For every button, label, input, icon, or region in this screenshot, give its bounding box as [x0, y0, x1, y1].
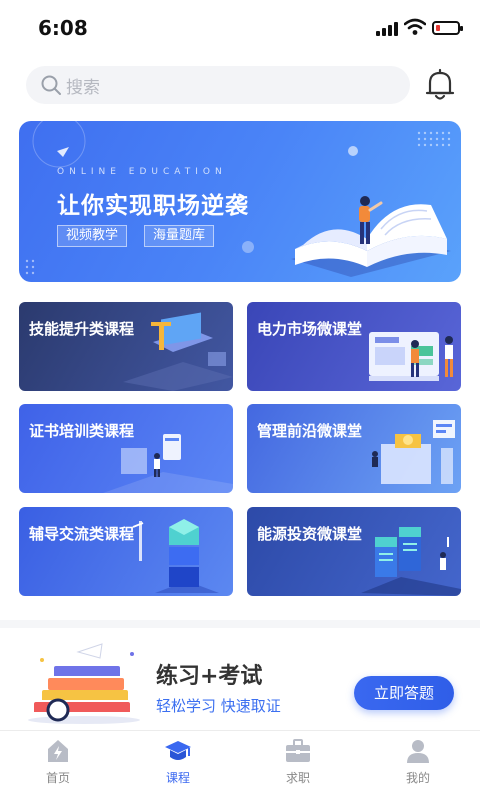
person-icon: [407, 740, 429, 763]
course-card-label: 辅导交流类课程: [29, 525, 135, 543]
promo-subtitle: 轻松学习 快速取证: [156, 697, 281, 715]
promo-banner[interactable]: ONLINE EDUCATION 让你实现职场逆袭 视频教学 海量题库: [19, 121, 461, 282]
search-input[interactable]: 搜索: [26, 66, 410, 104]
tab-label: 求职: [285, 771, 310, 785]
bottom-tab-bar: 首页 课程 求职 我的: [0, 730, 480, 800]
server-stack-illustration: [132, 519, 219, 593]
start-quiz-button[interactable]: 立即答题: [354, 676, 454, 710]
battery-icon: [432, 21, 463, 35]
graduation-cap-icon: [165, 741, 191, 760]
tab-label: 我的: [405, 771, 430, 785]
certificate-illustration: [103, 434, 233, 493]
banner-title: 让你实现职场逆袭: [57, 193, 249, 219]
tab-label: 首页: [45, 771, 70, 785]
banner-tag-questions: 海量题库: [144, 225, 215, 247]
bell-icon[interactable]: [424, 68, 456, 102]
banner-tag-video: 视频教学: [57, 225, 128, 247]
tab-profile[interactable]: 我的: [378, 737, 458, 793]
course-card-certificate[interactable]: 证书培训类课程: [19, 404, 233, 493]
course-card-label: 能源投资微课堂: [257, 525, 363, 543]
course-card-tutoring[interactable]: 辅导交流类课程: [19, 507, 233, 596]
tab-courses[interactable]: 课程: [138, 737, 218, 793]
search-placeholder: 搜索: [66, 77, 100, 98]
status-bar: 6:08: [0, 0, 480, 56]
workstation-illustration: [123, 312, 233, 391]
course-card-management[interactable]: 管理前沿微课堂: [247, 404, 461, 493]
course-card-power-market[interactable]: 电力市场微课堂: [247, 302, 461, 391]
briefcase-icon: [286, 739, 310, 762]
data-center-illustration: [361, 527, 461, 596]
promo-title: 练习+考试: [156, 664, 263, 689]
search-icon: [41, 75, 61, 95]
tab-jobs[interactable]: 求职: [258, 737, 338, 793]
market-presentation-illustration: [369, 332, 453, 381]
course-card-energy-investment[interactable]: 能源投资微课堂: [247, 507, 461, 596]
home-icon: [48, 740, 68, 762]
banner-eyebrow: ONLINE EDUCATION: [57, 167, 227, 177]
course-card-label: 电力市场微课堂: [257, 320, 363, 338]
status-time: 6:08: [38, 16, 88, 40]
open-book-illustration: [291, 196, 451, 277]
books-illustration: [28, 643, 140, 724]
course-card-skills[interactable]: 技能提升类课程: [19, 302, 233, 391]
section-divider: [0, 620, 480, 628]
tab-home[interactable]: 首页: [18, 737, 98, 793]
signal-icon: [376, 22, 398, 36]
wifi-icon: [404, 18, 426, 35]
tab-label: 课程: [165, 771, 190, 785]
management-illustration: [372, 420, 455, 484]
